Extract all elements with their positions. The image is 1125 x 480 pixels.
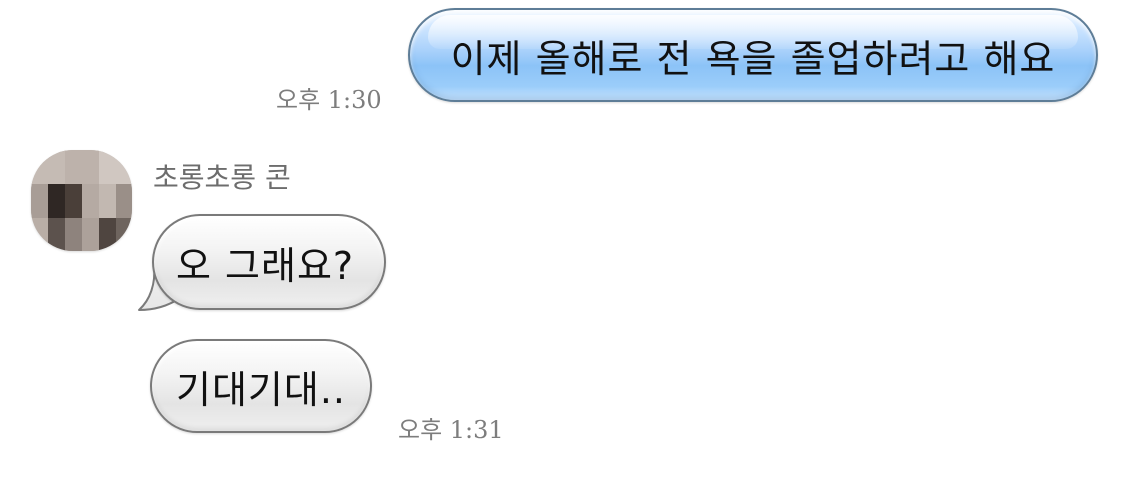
incoming-message-bubble[interactable]: 오 그래요?: [152, 214, 386, 310]
message-timestamp: 오후 1:31: [398, 416, 504, 444]
avatar-pixel: [65, 218, 82, 251]
avatar-pixel: [99, 184, 116, 218]
avatar-pixel: [48, 184, 65, 218]
avatar-pixel: [99, 218, 116, 251]
message-text: 오 그래요?: [176, 243, 355, 288]
message-timestamp: 오후 1:30: [276, 86, 382, 114]
message-text: 기대기대..: [176, 367, 346, 412]
avatar-pixel: [65, 184, 82, 218]
sender-avatar[interactable]: [31, 150, 132, 251]
avatar-pixel: [116, 184, 132, 218]
avatar-pixel: [82, 218, 99, 251]
avatar-pixel: [99, 150, 132, 184]
avatar-pixel: [82, 184, 99, 218]
outgoing-message-bubble[interactable]: 이제 올해로 전 욕을 졸업하려고 해요: [408, 8, 1098, 102]
message-text: 이제 올해로 전 욕을 졸업하려고 해요: [450, 36, 1056, 81]
avatar-pixel: [31, 184, 48, 218]
sender-name: 초롱초롱 콘: [153, 161, 291, 194]
avatar-pixel: [116, 218, 132, 251]
avatar-pixel: [65, 150, 99, 184]
avatar-pixel: [31, 150, 65, 184]
incoming-message-bubble[interactable]: 기대기대..: [150, 339, 372, 433]
avatar-pixel: [48, 218, 65, 251]
avatar-pixel: [31, 218, 48, 251]
